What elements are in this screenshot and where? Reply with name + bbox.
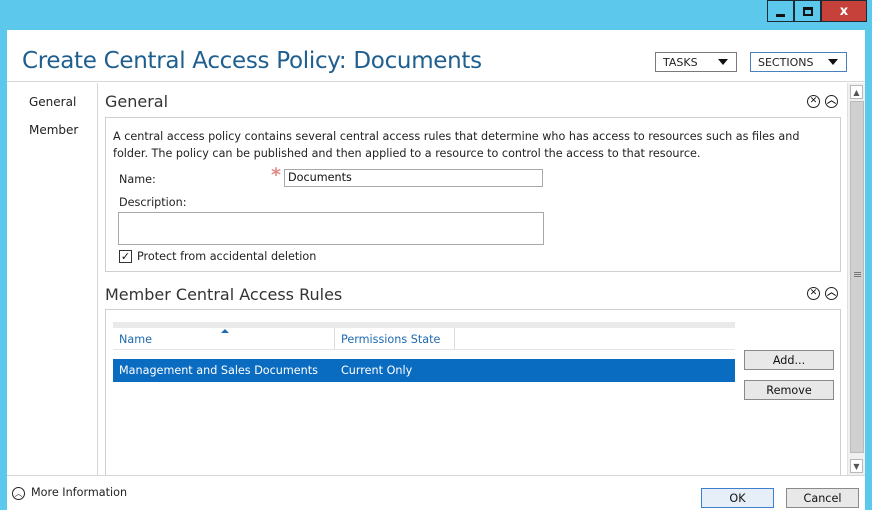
tasks-dropdown[interactable]: TASKS [655,52,737,72]
description-label: Description: [119,196,187,209]
column-header-permissions-state[interactable]: Permissions State [341,333,440,346]
footer: ︿ More Information OK Cancel [7,475,865,510]
minimize-button[interactable] [767,0,794,22]
protect-checkbox[interactable]: ✓ [119,250,132,263]
scroll-thumb[interactable] [850,101,864,453]
dialog-window: Create Central Access Policy: Documents … [7,30,865,510]
content-area: General ✕ ︿ A central access policy cont… [98,83,846,475]
expand-circle-icon[interactable]: ︿ [12,487,25,500]
section-nav: General Member [7,83,98,475]
required-asterisk-icon: * [271,164,281,186]
table-row[interactable]: Management and Sales Documents Current O… [113,359,735,382]
close-circle-icon[interactable]: ✕ [807,95,820,108]
column-separator[interactable] [334,328,335,350]
general-description: A central access policy contains several… [113,130,800,160]
triangle-down-icon [828,59,838,65]
grip-line [854,276,861,277]
page-title: Create Central Access Policy: Documents [22,48,482,74]
cancel-button[interactable]: Cancel [786,488,859,508]
rules-grid: Name Permissions State Management and Sa… [113,322,735,475]
protect-label: Protect from accidental deletion [137,250,317,263]
tasks-label: TASKS [663,55,698,69]
member-rules-title: Member Central Access Rules [105,285,343,304]
grid-header: Name Permissions State [113,322,735,350]
close-icon: x [839,3,849,19]
vertical-scrollbar[interactable]: ▲ ▼ [847,83,865,475]
grip-line [854,274,861,275]
general-section-title: General [105,92,169,111]
title-bar: x [0,0,872,30]
close-button[interactable]: x [821,0,867,22]
scroll-down-icon[interactable]: ▼ [850,459,863,473]
close-circle-icon[interactable]: ✕ [807,287,820,300]
collapse-up-icon[interactable]: ︿ [825,95,838,108]
name-label: Name: [119,173,156,186]
nav-item-general[interactable]: General [29,95,76,109]
maximize-icon [802,6,813,16]
row-name-cell: Management and Sales Documents [119,364,318,377]
remove-button[interactable]: Remove [744,380,834,400]
row-state-cell: Current Only [341,364,413,377]
add-button[interactable]: Add... [744,350,834,370]
member-rules-box: Name Permissions State Management and Sa… [105,309,841,475]
description-input[interactable] [118,212,544,245]
collapse-up-icon[interactable]: ︿ [825,287,838,300]
column-header-name[interactable]: Name [119,333,152,346]
grip-line [854,272,861,273]
maximize-button[interactable] [794,0,821,22]
scroll-up-icon[interactable]: ▲ [850,85,863,99]
sort-ascending-icon [221,329,229,333]
nav-item-member[interactable]: Member [29,123,78,137]
name-input[interactable]: Documents [284,169,543,187]
sections-dropdown[interactable]: SECTIONS [750,52,847,72]
minimize-icon [776,13,785,17]
header: Create Central Access Policy: Documents … [7,30,865,82]
ok-button[interactable]: OK [701,488,774,508]
triangle-down-icon [718,59,728,65]
sections-label: SECTIONS [758,55,814,69]
column-separator[interactable] [454,328,455,350]
more-information-link[interactable]: More Information [31,486,127,499]
general-section-box: A central access policy contains several… [105,117,841,272]
